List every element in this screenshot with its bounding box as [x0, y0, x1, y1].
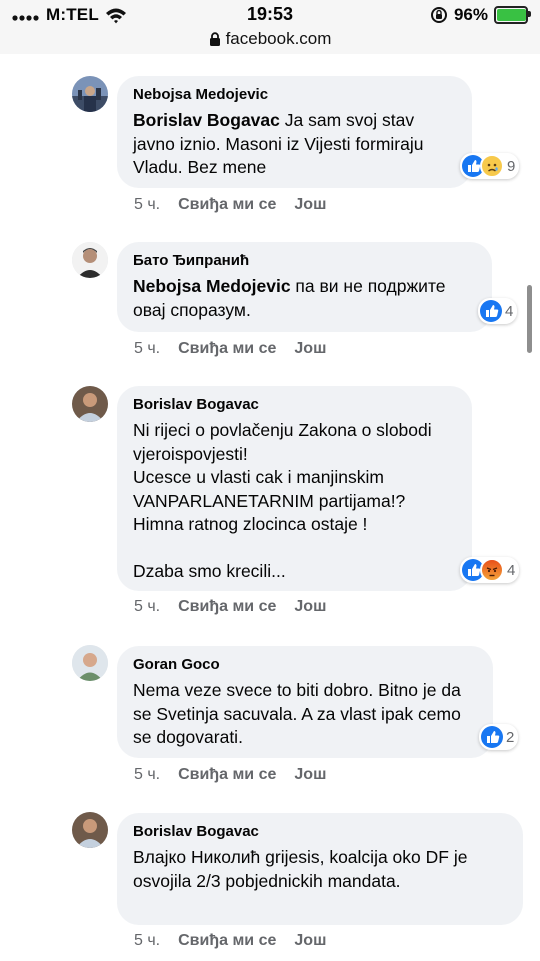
comment-time[interactable]: 5 ч.: [134, 598, 160, 616]
more-button[interactable]: Још: [294, 340, 326, 358]
angry-reaction-icon: [480, 558, 504, 582]
avatar[interactable]: [72, 242, 108, 278]
reaction-count: 4: [505, 302, 514, 320]
reaction-count: 2: [506, 728, 515, 746]
reaction-summary[interactable]: 4: [478, 298, 518, 324]
battery-icon: [494, 6, 531, 24]
reaction-summary[interactable]: 4: [460, 557, 520, 583]
like-button[interactable]: Свиђа ми се: [178, 598, 276, 616]
comment-time[interactable]: 5 ч.: [134, 766, 160, 784]
comment-text: Ni rijeci o povlačenju Zakona o slobodi …: [133, 420, 432, 581]
comment-bubble: Бато Ђипранић Nebojsa Medojevic па ви не…: [117, 242, 492, 332]
comment-actions: 5 ч. Свиђа ми се Још: [134, 598, 326, 616]
like-button[interactable]: Свиђа ми се: [178, 340, 276, 358]
address-bar[interactable]: facebook.com: [0, 29, 540, 49]
comment-author[interactable]: Borislav Bogavac: [133, 823, 507, 841]
comment-bubble: Borislav Bogavac Ni rijeci o povlačenju …: [117, 386, 472, 591]
comment-time[interactable]: 5 ч.: [134, 196, 160, 214]
mention-link[interactable]: Borislav Bogavac: [133, 110, 280, 130]
reaction-summary[interactable]: 2: [479, 724, 519, 750]
mention-link[interactable]: Nebojsa Medojevic: [133, 276, 291, 296]
comment-text: Влајко Николић grijesis, koalcija oko DF…: [133, 847, 468, 891]
battery-percent: 96%: [453, 5, 488, 24]
like-button[interactable]: Свиђа ми се: [178, 766, 276, 784]
reaction-summary[interactable]: 9: [460, 153, 520, 179]
comment-author[interactable]: Nebojsa Medojevic: [133, 86, 456, 104]
like-button[interactable]: Свиђа ми се: [178, 196, 276, 214]
comment-actions: 5 ч. Свиђа ми се Још: [134, 196, 326, 214]
lock-icon: [209, 31, 220, 46]
more-button[interactable]: Још: [294, 598, 326, 616]
comment-actions: 5 ч. Свиђа ми се Још: [134, 766, 326, 784]
avatar-photo: [72, 242, 108, 278]
comment-bubble: Nebojsa Medojevic Borislav Bogavac Ja sa…: [117, 76, 472, 188]
avatar-photo: [72, 812, 108, 848]
url-text: facebook.com: [225, 29, 332, 48]
comment-actions: 5 ч. Свиђа ми се Још: [134, 340, 326, 358]
reaction-count: 4: [507, 561, 516, 579]
scrollbar[interactable]: [527, 285, 532, 353]
avatar-photo: [72, 386, 108, 422]
sad-reaction-icon: [480, 154, 504, 178]
comment-bubble: Borislav Bogavac Влајко Николић grijesis…: [117, 813, 523, 925]
battery-fill: [497, 9, 526, 21]
avatar[interactable]: [72, 812, 108, 848]
comment-actions: 5 ч. Свиђа ми се Још: [134, 932, 326, 950]
comment-text: Nema veze svece to biti dobro. Bitno je …: [133, 680, 461, 747]
more-button[interactable]: Још: [294, 766, 326, 784]
reaction-count: 9: [507, 157, 516, 175]
avatar-photo: [72, 76, 108, 112]
like-reaction-icon: [481, 726, 503, 748]
comment-author[interactable]: Бато Ђипранић: [133, 252, 476, 270]
more-button[interactable]: Још: [294, 932, 326, 950]
avatar-photo: [72, 645, 108, 681]
comment-author[interactable]: Borislav Bogavac: [133, 396, 456, 414]
comment-text: Nebojsa Medojevic па ви не подржите овај…: [133, 275, 476, 322]
comment-time[interactable]: 5 ч.: [134, 932, 160, 950]
orientation-lock-icon: [430, 7, 447, 23]
comment-author[interactable]: Goran Goco: [133, 656, 477, 674]
avatar[interactable]: [72, 386, 108, 422]
like-button[interactable]: Свиђа ми се: [178, 932, 276, 950]
avatar[interactable]: [72, 76, 108, 112]
status-right: 96%: [430, 4, 531, 26]
comment-bubble: Goran Goco Nema veze svece to biti dobro…: [117, 646, 493, 758]
like-reaction-icon: [480, 300, 502, 322]
comment-text: Borislav Bogavac Ja sam svoj stav javno …: [133, 109, 456, 180]
status-bar: M:TEL 19:53 96% facebook.com: [0, 0, 540, 54]
more-button[interactable]: Још: [294, 196, 326, 214]
avatar[interactable]: [72, 645, 108, 681]
comment-time[interactable]: 5 ч.: [134, 340, 160, 358]
